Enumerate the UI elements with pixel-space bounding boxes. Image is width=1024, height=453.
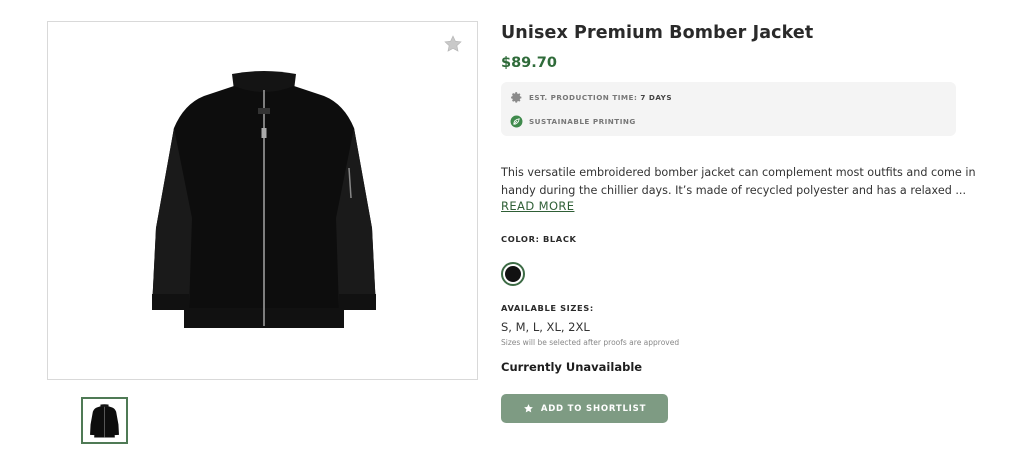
product-image[interactable] xyxy=(47,21,478,380)
swatch-dot xyxy=(505,266,521,282)
sustainable-printing-row: SUSTAINABLE PRINTING xyxy=(510,115,636,128)
sizes-label: AVAILABLE SIZES: xyxy=(501,303,594,313)
production-time-row: EST. PRODUCTION TIME: 7 DAYS xyxy=(510,91,672,104)
product-price: $89.70 xyxy=(501,55,557,71)
favorite-star-icon[interactable] xyxy=(443,34,463,54)
product-description: This versatile embroidered bomber jacket… xyxy=(501,164,976,199)
jacket-thumbnail-icon xyxy=(90,404,119,438)
description-line-1: This versatile embroidered bomber jacket… xyxy=(501,166,976,179)
gallery-thumbnail[interactable] xyxy=(81,397,128,444)
sizes-value: S, M, L, XL, 2XL xyxy=(501,320,590,334)
gear-icon xyxy=(511,92,522,103)
color-label: COLOR: BLACK xyxy=(501,234,577,244)
color-swatch-black[interactable] xyxy=(501,262,525,286)
production-time-label: EST. PRODUCTION TIME: xyxy=(529,93,638,102)
shortlist-button-label: ADD TO SHORTLIST xyxy=(540,403,647,414)
sizes-note: Sizes will be selected after proofs are … xyxy=(501,338,680,347)
description-line-2: handy during the chillier days. It’s mad… xyxy=(501,183,967,197)
product-title: Unisex Premium Bomber Jacket xyxy=(501,23,814,43)
star-icon xyxy=(523,404,533,413)
availability-status: Currently Unavailable xyxy=(501,360,643,374)
add-to-shortlist-button[interactable]: ADD TO SHORTLIST xyxy=(501,394,668,423)
sustainable-printing-label: SUSTAINABLE PRINTING xyxy=(529,117,636,126)
production-time-value: 7 DAYS xyxy=(640,93,673,102)
read-more-link[interactable]: READ MORE xyxy=(501,199,574,213)
leaf-icon xyxy=(510,115,523,128)
feature-box: EST. PRODUCTION TIME: 7 DAYS SUSTAINABLE… xyxy=(501,82,956,136)
jacket-illustration xyxy=(152,71,376,328)
